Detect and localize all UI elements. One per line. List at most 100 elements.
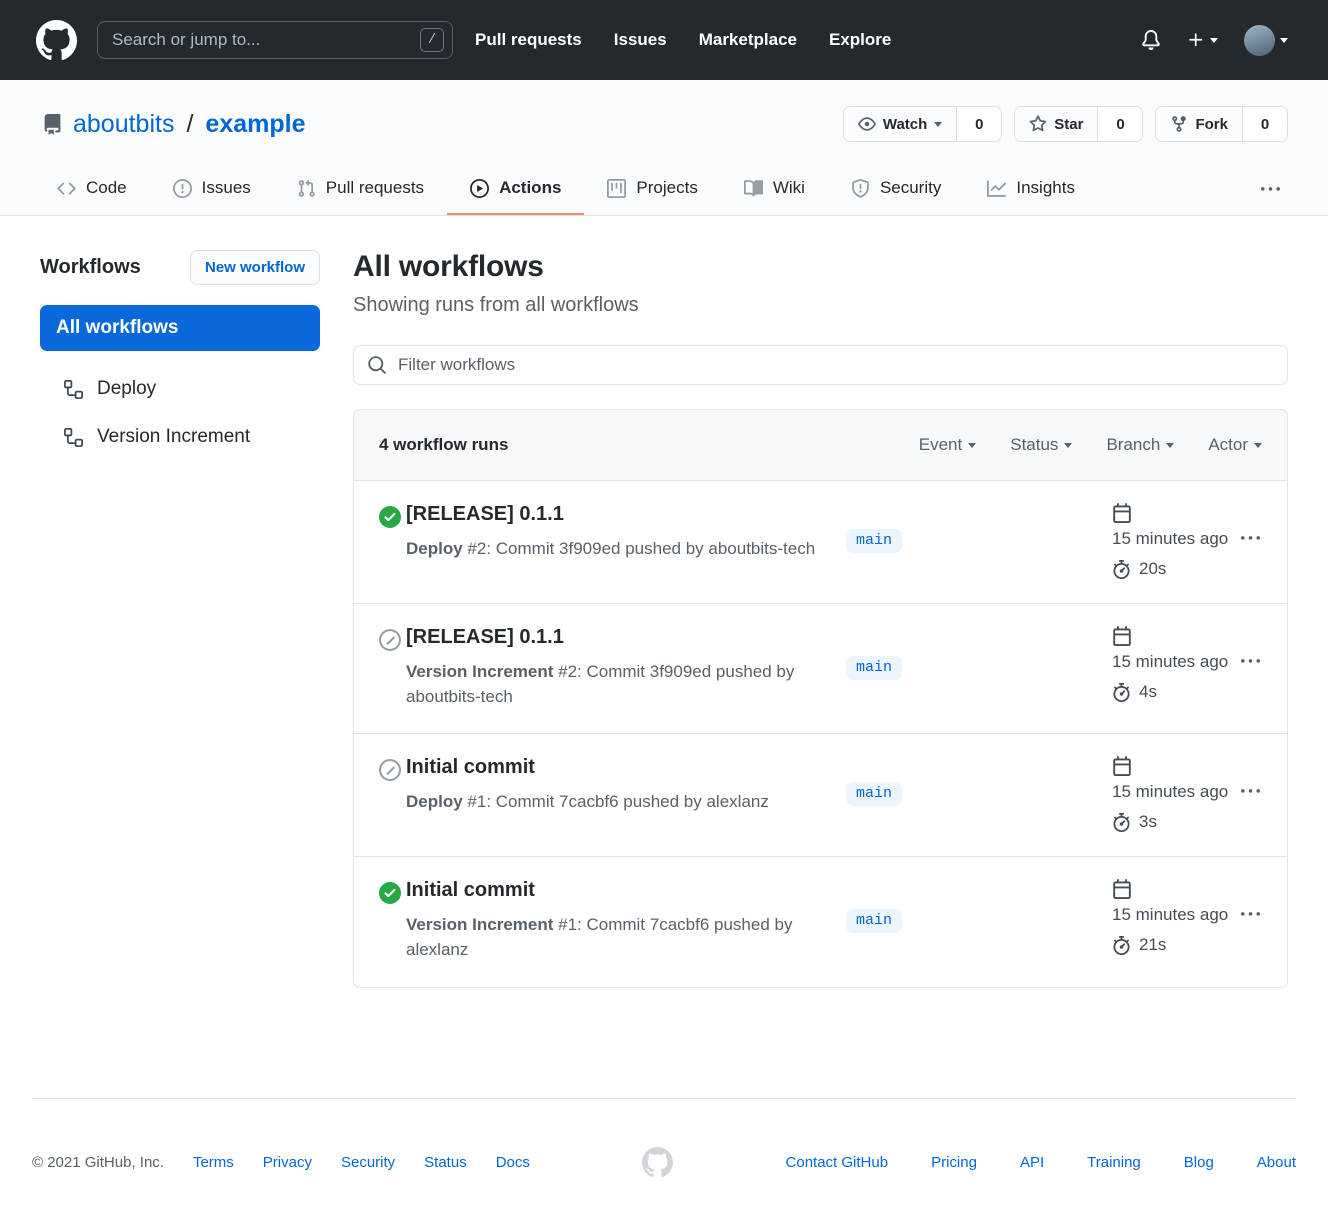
breadcrumb-separator: / bbox=[186, 110, 193, 139]
header-search: / bbox=[97, 21, 453, 59]
run-time: 15 minutes ago bbox=[1112, 529, 1228, 549]
avatar bbox=[1244, 25, 1275, 56]
repo-social-buttons: Watch 0 Star 0 Fork 0 bbox=[843, 106, 1288, 142]
search-icon bbox=[367, 355, 387, 375]
footer-link-training[interactable]: Training bbox=[1087, 1154, 1141, 1171]
graph-icon bbox=[987, 179, 1006, 198]
sidebar-item-all-workflows[interactable]: All workflows bbox=[40, 305, 320, 351]
filter-status-dropdown[interactable]: Status bbox=[1010, 435, 1072, 455]
nav-marketplace[interactable]: Marketplace bbox=[699, 30, 797, 50]
run-options-kebab-icon[interactable] bbox=[1239, 650, 1262, 673]
chevron-down-icon bbox=[1210, 38, 1218, 43]
fork-button[interactable]: Fork 0 bbox=[1155, 106, 1288, 142]
chevron-down-icon bbox=[1064, 443, 1072, 448]
nav-explore[interactable]: Explore bbox=[829, 30, 891, 50]
copyright: © 2021 GitHub, Inc. bbox=[32, 1154, 164, 1171]
footer-link-privacy[interactable]: Privacy bbox=[263, 1154, 312, 1171]
nav-issues[interactable]: Issues bbox=[614, 30, 667, 50]
tab-wiki[interactable]: Wiki bbox=[721, 164, 828, 215]
footer-link-pricing[interactable]: Pricing bbox=[931, 1154, 977, 1171]
user-menu-button[interactable] bbox=[1244, 25, 1288, 56]
workflow-run-row: [RELEASE] 0.1.1 Version Increment #2: Co… bbox=[354, 604, 1287, 734]
github-logo-icon[interactable] bbox=[36, 20, 77, 61]
page-subtitle: Showing runs from all workflows bbox=[353, 294, 1288, 317]
new-workflow-button[interactable]: New workflow bbox=[190, 250, 320, 285]
run-options-kebab-icon[interactable] bbox=[1239, 527, 1262, 550]
create-new-button[interactable] bbox=[1187, 31, 1218, 49]
header-nav: Pull requests Issues Marketplace Explore bbox=[475, 30, 1141, 50]
run-title[interactable]: Initial commit bbox=[406, 879, 535, 902]
branch-badge[interactable]: main bbox=[846, 782, 902, 806]
footer-link-status[interactable]: Status bbox=[424, 1154, 467, 1171]
tab-insights[interactable]: Insights bbox=[964, 164, 1098, 215]
branch-badge[interactable]: main bbox=[846, 656, 902, 680]
tab-security[interactable]: Security bbox=[828, 164, 964, 215]
filter-branch-dropdown[interactable]: Branch bbox=[1106, 435, 1174, 455]
run-meta: 15 minutes ago 4s bbox=[1112, 626, 1262, 709]
workflow-run-row: Initial commit Version Increment #1: Com… bbox=[354, 857, 1287, 986]
filter-event-dropdown[interactable]: Event bbox=[919, 435, 976, 455]
branch-badge[interactable]: main bbox=[846, 909, 902, 933]
sidebar-heading: Workflows bbox=[40, 256, 141, 279]
run-meta: 15 minutes ago 20s bbox=[1112, 503, 1262, 579]
run-duration: 4s bbox=[1139, 682, 1157, 702]
calendar-icon bbox=[1112, 879, 1132, 899]
stopwatch-icon bbox=[1112, 560, 1131, 579]
footer-link-docs[interactable]: Docs bbox=[496, 1154, 530, 1171]
repo-owner-link[interactable]: aboutbits bbox=[73, 110, 174, 139]
run-status-icon bbox=[379, 626, 406, 709]
sidebar-item-deploy[interactable]: Deploy bbox=[40, 365, 320, 413]
run-duration: 20s bbox=[1139, 559, 1166, 579]
search-input[interactable] bbox=[97, 21, 453, 59]
stopwatch-icon bbox=[1112, 813, 1131, 832]
tab-code[interactable]: Code bbox=[34, 164, 150, 215]
star-button[interactable]: Star 0 bbox=[1014, 106, 1143, 142]
notifications-bell-icon[interactable] bbox=[1141, 30, 1161, 50]
star-count[interactable]: 0 bbox=[1097, 107, 1142, 141]
workflows-sidebar: Workflows New workflow All workflows Dep… bbox=[40, 250, 320, 988]
chevron-down-icon bbox=[968, 443, 976, 448]
footer-link-about[interactable]: About bbox=[1257, 1154, 1296, 1171]
runs-table-header: 4 workflow runs Event Status Branch Acto… bbox=[354, 410, 1287, 481]
run-options-kebab-icon[interactable] bbox=[1239, 780, 1262, 803]
run-title[interactable]: [RELEASE] 0.1.1 bbox=[406, 503, 564, 526]
nav-pull-requests[interactable]: Pull requests bbox=[475, 30, 582, 50]
tab-pull-requests[interactable]: Pull requests bbox=[274, 164, 447, 215]
footer-link-contact-github[interactable]: Contact GitHub bbox=[786, 1154, 889, 1171]
workflow-icon bbox=[64, 380, 83, 399]
tabs-overflow-kebab-icon[interactable] bbox=[1253, 172, 1288, 207]
footer-link-blog[interactable]: Blog bbox=[1184, 1154, 1214, 1171]
run-meta: 15 minutes ago 21s bbox=[1112, 879, 1262, 962]
fork-count[interactable]: 0 bbox=[1242, 107, 1287, 141]
tab-issues[interactable]: Issues bbox=[150, 164, 274, 215]
top-header: / Pull requests Issues Marketplace Explo… bbox=[0, 0, 1328, 80]
stopwatch-icon bbox=[1112, 936, 1131, 955]
run-title[interactable]: Initial commit bbox=[406, 756, 535, 779]
chevron-down-icon bbox=[1280, 38, 1288, 43]
header-right bbox=[1141, 25, 1288, 56]
footer-link-security[interactable]: Security bbox=[341, 1154, 395, 1171]
workflow-icon bbox=[64, 428, 83, 447]
sidebar-item-version-increment[interactable]: Version Increment bbox=[40, 413, 320, 461]
workflow-run-row: Initial commit Deploy #1: Commit 7cacbf6… bbox=[354, 734, 1287, 857]
tab-projects[interactable]: Projects bbox=[584, 164, 720, 215]
watch-button[interactable]: Watch 0 bbox=[843, 106, 1002, 142]
tab-actions[interactable]: Actions bbox=[447, 164, 584, 215]
filter-actor-dropdown[interactable]: Actor bbox=[1208, 435, 1262, 455]
repo-name-link[interactable]: example bbox=[205, 110, 305, 139]
run-duration: 21s bbox=[1139, 935, 1166, 955]
repo-icon bbox=[42, 114, 63, 135]
footer-link-api[interactable]: API bbox=[1020, 1154, 1044, 1171]
filter-workflows bbox=[353, 345, 1288, 385]
footer-link-terms[interactable]: Terms bbox=[193, 1154, 234, 1171]
run-title[interactable]: [RELEASE] 0.1.1 bbox=[406, 626, 564, 649]
filter-workflows-input[interactable] bbox=[353, 345, 1288, 385]
run-options-kebab-icon[interactable] bbox=[1239, 903, 1262, 926]
fork-icon bbox=[1170, 115, 1188, 133]
watch-count[interactable]: 0 bbox=[956, 107, 1001, 141]
run-time: 15 minutes ago bbox=[1112, 652, 1228, 672]
project-icon bbox=[607, 179, 626, 198]
branch-badge[interactable]: main bbox=[846, 529, 902, 553]
calendar-icon bbox=[1112, 756, 1132, 776]
run-time: 15 minutes ago bbox=[1112, 782, 1228, 802]
